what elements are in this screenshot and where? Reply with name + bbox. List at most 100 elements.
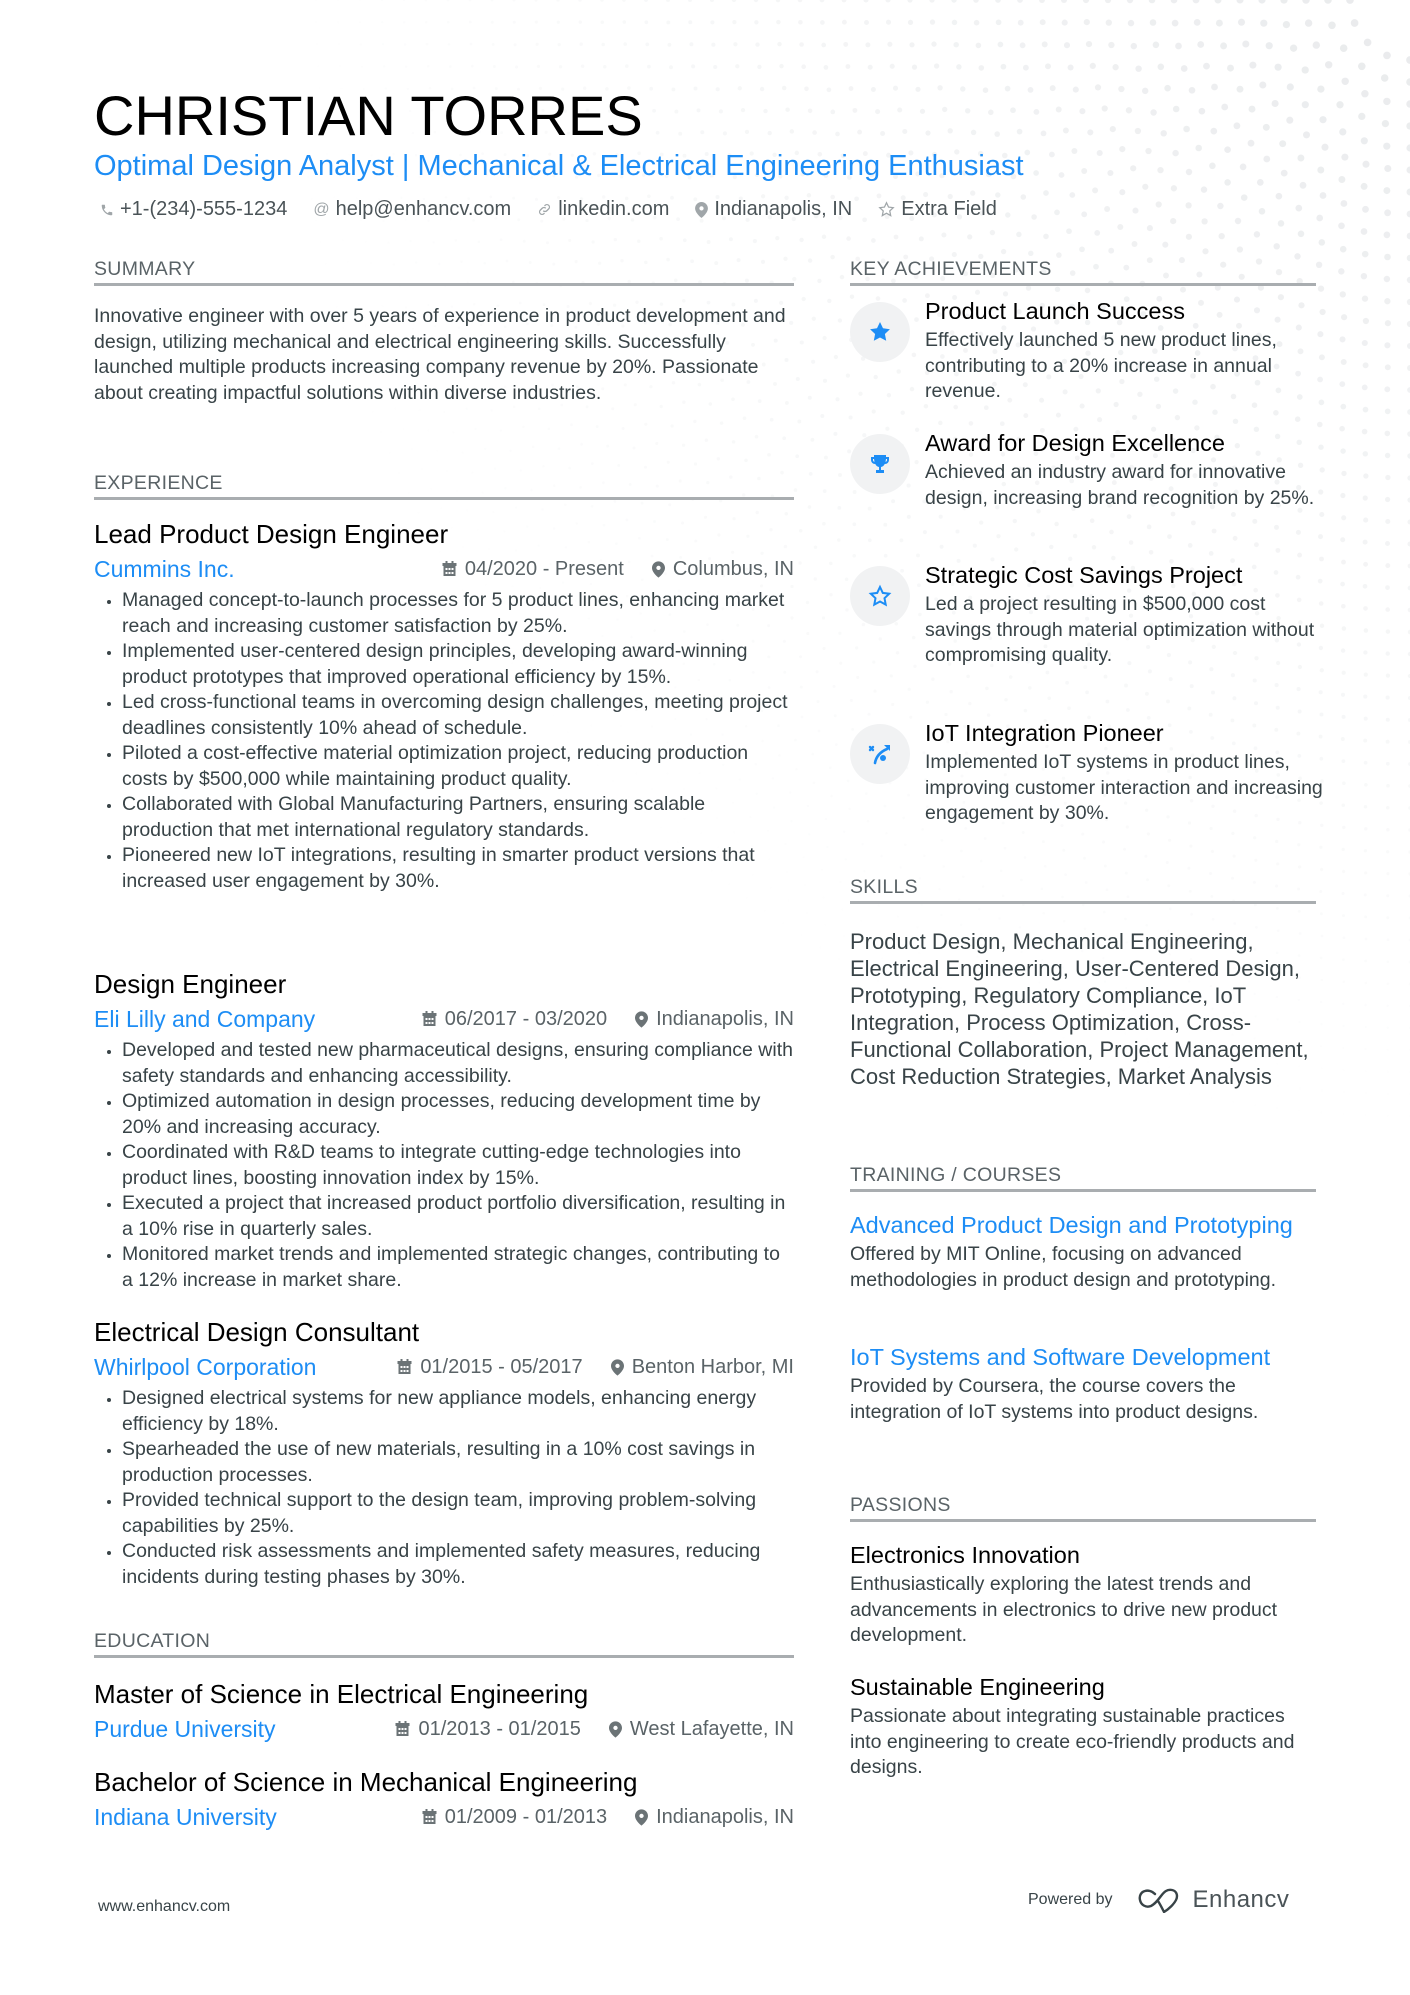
skills-text: Product Design, Mechanical Engineering, … xyxy=(850,929,1309,1089)
contact-linkedin-text: linkedin.com xyxy=(558,198,670,220)
star-filled-icon xyxy=(850,302,910,362)
contact-extra-field: Extra Field xyxy=(878,198,997,221)
footer-website-link[interactable]: www.enhancv.com xyxy=(98,1898,230,1916)
job-dates: 06/2017 - 03/2020 xyxy=(422,1008,607,1031)
job-title: Design Engineer xyxy=(94,969,287,999)
course-description: Offered by MIT Online, focusing on advan… xyxy=(850,1243,1277,1291)
course-title[interactable]: IoT Systems and Software Development xyxy=(850,1342,1316,1372)
education-dates: 01/2013 - 01/2015 xyxy=(395,1718,581,1741)
job-dates: 01/2015 - 05/2017 xyxy=(397,1356,583,1379)
passion-title: Sustainable Engineering xyxy=(850,1674,1105,1700)
calendar-icon xyxy=(422,1011,437,1026)
bullet-item: Developed and tested new pharmaceutical … xyxy=(122,1038,794,1089)
experience-item: Design Engineer Eli Lilly and Company 06… xyxy=(94,968,794,1293)
location-icon xyxy=(695,201,709,218)
resume-page: CHRISTIAN TORRES Optimal Design Analyst … xyxy=(0,0,1410,1995)
bullet-item: Conducted risk assessments and implement… xyxy=(122,1539,794,1590)
calendar-icon xyxy=(422,1809,437,1824)
section-heading-passions: PASSIONS xyxy=(850,1494,1316,1522)
summary-text: Innovative engineer with over 5 years of… xyxy=(94,305,786,404)
contact-phone[interactable]: +1-(234)-555-1234 xyxy=(100,198,287,221)
contact-email-text: help@enhancv.com xyxy=(335,198,512,220)
company-name[interactable]: Eli Lilly and Company xyxy=(94,1006,315,1033)
bullet-item: Implemented user-centered design princip… xyxy=(122,639,794,690)
achievement-description: Effectively launched 5 new product lines… xyxy=(925,329,1277,402)
degree-title: Master of Science in Electrical Engineer… xyxy=(94,1679,589,1709)
calendar-icon xyxy=(442,561,457,576)
job-location: Benton Harbor, MI xyxy=(610,1356,794,1379)
section-heading-training: TRAINING / COURSES xyxy=(850,1164,1316,1192)
section-heading-key-achievements: KEY ACHIEVEMENTS xyxy=(850,258,1316,286)
education-meta: Purdue University 01/2013 - 01/2015 West… xyxy=(94,1714,794,1744)
bullet-item: Pioneered new IoT integrations, resultin… xyxy=(122,843,794,894)
link-icon xyxy=(537,202,552,217)
passion-item: Sustainable Engineering Passionate about… xyxy=(850,1672,1316,1781)
degree-title: Bachelor of Science in Mechanical Engine… xyxy=(94,1767,638,1797)
job-title: Lead Product Design Engineer xyxy=(94,519,449,549)
bullet-item: Piloted a cost-effective material optimi… xyxy=(122,741,794,792)
bullet-item: Optimized automation in design processes… xyxy=(122,1089,794,1140)
school-name[interactable]: Indiana University xyxy=(94,1804,277,1831)
section-heading-summary: SUMMARY xyxy=(94,258,794,286)
achievement-description: Implemented IoT systems in product lines… xyxy=(925,751,1323,824)
passion-title: Electronics Innovation xyxy=(850,1542,1080,1568)
company-name[interactable]: Whirlpool Corporation xyxy=(94,1354,316,1381)
powered-by-label: Powered by xyxy=(1028,1891,1113,1908)
achievement-title: IoT Integration Pioneer xyxy=(925,720,1164,746)
location-icon xyxy=(608,1720,622,1738)
section-heading-education: EDUCATION xyxy=(94,1630,794,1658)
bullet-item: Managed concept-to-launch processes for … xyxy=(122,588,794,639)
job-bullets: Managed concept-to-launch processes for … xyxy=(94,588,794,894)
bullet-item: Coordinated with R&D teams to integrate … xyxy=(122,1140,794,1191)
star-outline-icon xyxy=(878,201,895,218)
training-item: IoT Systems and Software Development Pro… xyxy=(850,1342,1316,1425)
bullet-item: Designed electrical systems for new appl… xyxy=(122,1386,794,1437)
achievement-title: Strategic Cost Savings Project xyxy=(925,562,1243,588)
course-title[interactable]: Advanced Product Design and Prototyping xyxy=(850,1210,1316,1240)
phone-icon xyxy=(100,203,114,217)
bullet-item: Monitored market trends and implemented … xyxy=(122,1242,794,1293)
at-icon: @ xyxy=(313,200,330,218)
education-meta: Indiana University 01/2009 - 01/2013 Ind… xyxy=(94,1802,794,1832)
company-name[interactable]: Cummins Inc. xyxy=(94,556,235,583)
passion-description: Enthusiastically exploring the latest tr… xyxy=(850,1573,1278,1646)
trophy-icon xyxy=(850,434,910,494)
experience-item: Lead Product Design Engineer Cummins Inc… xyxy=(94,518,794,894)
school-name[interactable]: Purdue University xyxy=(94,1716,276,1743)
job-title: Electrical Design Consultant xyxy=(94,1317,420,1347)
bullet-item: Spearheaded the use of new materials, re… xyxy=(122,1437,794,1488)
job-meta: Eli Lilly and Company 06/2017 - 03/2020 … xyxy=(94,1004,794,1034)
brand-name: Enhancv xyxy=(1192,1886,1290,1913)
job-meta: Cummins Inc. 04/2020 - Present Columbus,… xyxy=(94,554,794,584)
achievement-title: Award for Design Excellence xyxy=(925,430,1225,456)
bullet-item: Executed a project that increased produc… xyxy=(122,1191,794,1242)
section-heading-experience: EXPERIENCE xyxy=(94,472,794,500)
education-location: Indianapolis, IN xyxy=(635,1806,794,1829)
footer-branding: Powered by Enhancv xyxy=(1028,1886,1289,1914)
job-location: Columbus, IN xyxy=(651,558,794,581)
course-description: Provided by Coursera, the course covers … xyxy=(850,1375,1259,1423)
star-outline-icon xyxy=(850,566,910,626)
passion-description: Passionate about integrating sustainable… xyxy=(850,1705,1295,1778)
enhancv-logo[interactable]: Enhancv xyxy=(1137,1886,1290,1914)
achievement-description: Led a project resulting in $500,000 cost… xyxy=(925,593,1315,666)
contact-extra-text: Extra Field xyxy=(901,198,997,220)
location-icon xyxy=(635,1010,649,1028)
bullet-item: Provided technical support to the design… xyxy=(122,1488,794,1539)
contact-location-text: Indianapolis, IN xyxy=(714,198,853,220)
training-item: Advanced Product Design and Prototyping … xyxy=(850,1210,1316,1293)
contact-email[interactable]: @ help@enhancv.com xyxy=(313,198,511,221)
contact-phone-text: +1-(234)-555-1234 xyxy=(120,198,288,220)
calendar-icon xyxy=(395,1721,410,1736)
contact-location: Indianapolis, IN xyxy=(695,198,852,221)
education-item: Bachelor of Science in Mechanical Engine… xyxy=(94,1766,794,1832)
contact-row: +1-(234)-555-1234 @ help@enhancv.com lin… xyxy=(100,198,997,221)
candidate-headline: Optimal Design Analyst | Mechanical & El… xyxy=(94,150,1024,182)
passion-item: Electronics Innovation Enthusiastically … xyxy=(850,1540,1316,1649)
contact-linkedin[interactable]: linkedin.com xyxy=(537,198,669,221)
education-dates: 01/2009 - 01/2013 xyxy=(422,1806,607,1829)
job-bullets: Designed electrical systems for new appl… xyxy=(94,1386,794,1590)
job-meta: Whirlpool Corporation 01/2015 - 05/2017 … xyxy=(94,1352,794,1382)
bullet-item: Led cross-functional teams in overcoming… xyxy=(122,690,794,741)
education-item: Master of Science in Electrical Engineer… xyxy=(94,1678,794,1744)
